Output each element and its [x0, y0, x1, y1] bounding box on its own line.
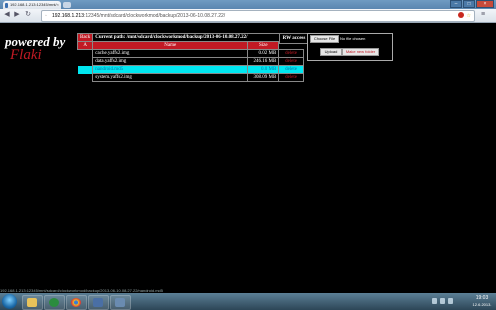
make-new-folder-button[interactable]: Make new folder — [342, 48, 379, 56]
file-name-link[interactable]: system.yaffs2.img — [92, 73, 249, 82]
taskbar-explorer-icon[interactable] — [22, 295, 43, 310]
tray-volume-icon[interactable] — [448, 298, 453, 304]
forward-icon[interactable]: ▶ — [13, 11, 21, 19]
wrench-menu-icon[interactable]: ≡ — [478, 11, 488, 19]
choose-file-button[interactable]: Choose File — [310, 35, 339, 43]
taskbar-chrome-icon[interactable] — [66, 295, 87, 310]
page-info-icon: ◦ — [45, 13, 47, 19]
close-window-button[interactable]: × — [476, 0, 494, 8]
sort-button[interactable]: A — [76, 41, 94, 50]
start-button[interactable] — [2, 294, 17, 309]
table-row[interactable]: cache.yaffs2.img 0.02 MB delete — [77, 49, 304, 58]
window-titlebar — [0, 0, 496, 9]
tray-flag-icon[interactable] — [432, 298, 437, 304]
tab-title: 192.168.1.213:12345/mnt/ — [9, 2, 57, 7]
delete-link[interactable]: delete — [278, 57, 304, 66]
clock-time[interactable]: 19:03 — [470, 295, 494, 301]
logo-author: Flaki — [10, 47, 42, 63]
system-tray — [432, 298, 462, 306]
current-path: Current path: /mnt/sdcard/clockworkmod/b… — [92, 33, 304, 42]
tray-network-icon[interactable] — [440, 298, 445, 304]
clock-date[interactable]: 12.6.2013. — [470, 302, 494, 307]
file-name-link[interactable]: data.yaffs2.img — [92, 57, 249, 66]
file-size: 0.0 MB — [247, 65, 280, 74]
browser-tab[interactable]: 192.168.1.213:12345/mnt/ × — [3, 1, 61, 9]
tab-close-icon[interactable]: × — [57, 1, 59, 9]
taskbar-app-icon[interactable] — [110, 295, 131, 310]
delete-link[interactable]: delete — [278, 49, 304, 58]
favicon-icon — [5, 2, 8, 8]
new-tab-button[interactable] — [63, 2, 71, 8]
taskbar-app-icon[interactable] — [88, 295, 109, 310]
address-bar[interactable]: ◦ 192.168.1.213:12345/mnt/sdcard/clockwor… — [41, 10, 475, 22]
column-header-name[interactable]: Name — [92, 41, 249, 50]
maximize-button[interactable]: □ — [463, 0, 475, 8]
file-name-link[interactable]: cache.yaffs2.img — [92, 49, 249, 58]
file-size: 0.02 MB — [247, 49, 280, 58]
column-header-size[interactable]: Size — [247, 41, 280, 50]
file-size: 246.16 MB — [247, 57, 280, 66]
taskbar-media-player-icon[interactable] — [44, 295, 65, 310]
reload-icon[interactable]: ↻ — [24, 11, 32, 19]
back-icon[interactable]: ◀ — [3, 11, 11, 19]
rw-access-label: RW access — [279, 33, 309, 44]
column-header-row: A Name Size — [76, 41, 304, 50]
url-host: 192.168.1.213 — [52, 13, 84, 19]
url-path: :12345/mnt/sdcard/clockworkmod/backup/20… — [83, 13, 226, 19]
no-file-chosen-label: No file chosen — [340, 36, 366, 41]
up-folder-button[interactable]: Back — [76, 33, 94, 42]
window-controls: – □ × — [450, 0, 494, 8]
table-row[interactable]: nandroid.md5 0.0 MB delete — [77, 65, 304, 74]
delete-link[interactable]: delete — [278, 65, 304, 74]
table-row[interactable]: system.yaffs2.img 308.09 MB delete — [77, 73, 304, 82]
table-row[interactable]: data.yaffs2.img 246.16 MB delete — [77, 57, 304, 66]
minimize-button[interactable]: – — [450, 0, 462, 8]
file-table: Back Current path: /mnt/sdcard/clockwork… — [76, 33, 304, 82]
file-name-link[interactable]: nandroid.md5 — [92, 65, 249, 74]
stop-icon[interactable] — [458, 12, 464, 18]
delete-link[interactable]: delete — [278, 73, 304, 82]
file-size: 308.09 MB — [247, 73, 280, 82]
table-header-row: Back Current path: /mnt/sdcard/clockwork… — [76, 33, 304, 42]
bookmark-star-icon[interactable]: ☆ — [467, 11, 471, 21]
upload-button[interactable]: Upload — [320, 48, 342, 56]
